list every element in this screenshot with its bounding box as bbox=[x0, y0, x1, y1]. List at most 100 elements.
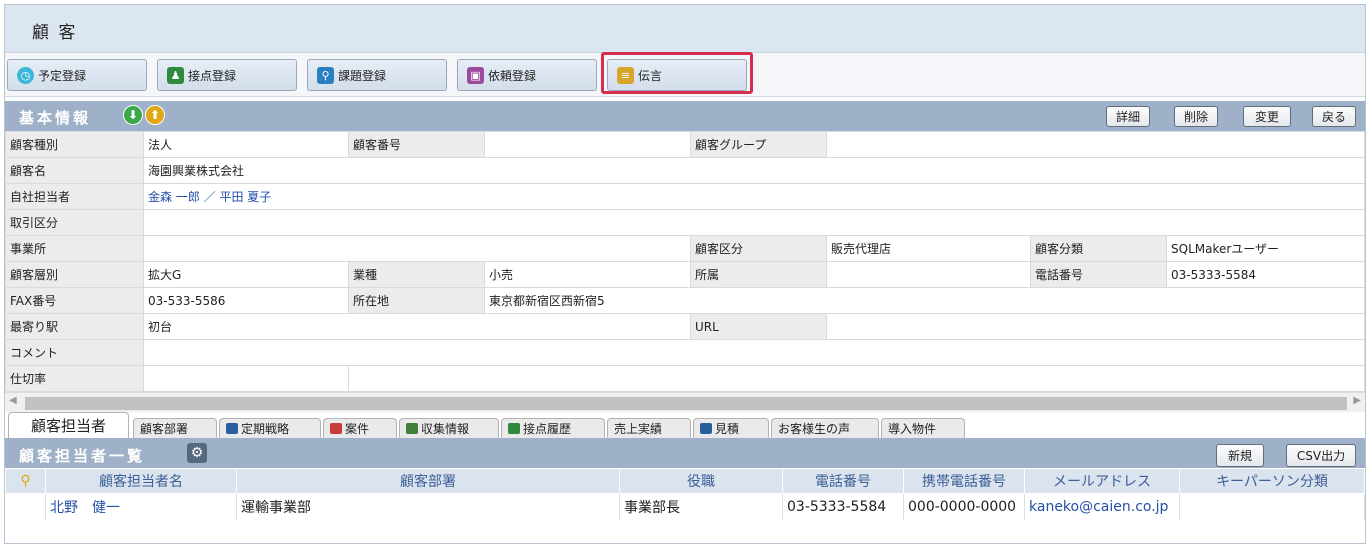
tab-label: 案件 bbox=[345, 422, 370, 436]
field-label: 顧客種別 bbox=[5, 131, 144, 158]
staff-link[interactable]: 金森 一郎 ／ 平田 夏子 bbox=[148, 190, 271, 204]
contact-name-cell: 北野 健一 bbox=[45, 493, 237, 520]
field-label: 顧客番号 bbox=[348, 131, 485, 158]
tab-label: 接点履歴 bbox=[523, 422, 572, 436]
trade-value bbox=[143, 209, 1365, 236]
field-label: 自社担当者 bbox=[5, 183, 144, 210]
field-label: 所属 bbox=[690, 261, 827, 288]
column-header[interactable]: 顧客担当者名 bbox=[45, 468, 237, 494]
contacts-table: ⚲ 顧客担当者名 顧客部署 役職 電話番号 携帯電話番号 メールアドレス キーパ… bbox=[5, 468, 1365, 520]
arrow-down-icon[interactable]: ⬇ bbox=[123, 105, 143, 125]
edit-button[interactable]: 変更 bbox=[1243, 106, 1291, 127]
arrow-up-icon[interactable]: ⬆ bbox=[145, 105, 165, 125]
row-marker bbox=[5, 493, 46, 520]
key-icon: ⚲ bbox=[20, 473, 31, 489]
keyperson-cell bbox=[1179, 493, 1365, 520]
scroll-left-icon[interactable]: ◀ bbox=[9, 395, 17, 406]
column-header[interactable]: 役職 bbox=[619, 468, 783, 494]
customer-name-value: 海園興業株式会社 bbox=[143, 157, 1365, 184]
tab-regular-strategy[interactable]: 定期戦略 bbox=[219, 418, 321, 438]
basic-info-header: 基本情報 ⬇ ⬆ 詳細 削除 変更 戻る bbox=[5, 101, 1365, 131]
column-header[interactable]: 顧客部署 bbox=[236, 468, 620, 494]
customer-category-value: SQLMakerユーザー bbox=[1166, 235, 1365, 262]
keyperson-column-header[interactable]: ⚲ bbox=[5, 468, 46, 494]
detail-tabs: 顧客担当者 顧客部署 定期戦略 案件 収集情報 接点履歴 売上実績 見積 お客様… bbox=[5, 412, 1365, 438]
button-label: 予定登録 bbox=[38, 68, 87, 83]
mobile-cell: 000-0000-0000 bbox=[903, 493, 1025, 520]
section-title: 顧客担当者一覧 bbox=[19, 447, 146, 465]
gear-icon[interactable]: ⚙ bbox=[187, 443, 207, 463]
affiliation-value bbox=[826, 261, 1031, 288]
tab-label: 導入物件 bbox=[888, 422, 937, 436]
basic-info-table: 顧客種別 法人 顧客番号 顧客グループ 顧客名 海園興業株式会社 自社担当者 金… bbox=[5, 131, 1365, 392]
tab-estimates[interactable]: 見積 bbox=[693, 418, 769, 438]
clock-icon: ◷ bbox=[17, 67, 34, 84]
customer-type-value: 法人 bbox=[143, 131, 349, 158]
tab-sales-results[interactable]: 売上実績 bbox=[607, 418, 691, 438]
new-button[interactable]: 新規 bbox=[1216, 444, 1264, 467]
position-cell: 事業部長 bbox=[619, 493, 783, 520]
field-label: 顧客層別 bbox=[5, 261, 144, 288]
tab-label: 収集情報 bbox=[421, 422, 470, 436]
industry-value: 小売 bbox=[484, 261, 691, 288]
button-label: 接点登録 bbox=[188, 68, 237, 83]
delete-button[interactable]: 削除 bbox=[1174, 106, 1218, 127]
column-header[interactable]: メールアドレス bbox=[1024, 468, 1180, 494]
detail-button[interactable]: 詳細 bbox=[1106, 106, 1150, 127]
scroll-right-icon[interactable]: ▶ bbox=[1353, 395, 1361, 406]
contact-register-button[interactable]: ♟ 接点登録 bbox=[157, 59, 297, 91]
tab-projects[interactable]: 案件 bbox=[323, 418, 397, 438]
action-toolbar: ◷ 予定登録 ♟ 接点登録 ⚲ 課題登録 ▣ 依頼登録 ≡ 伝言 bbox=[5, 52, 1365, 97]
issue-register-button[interactable]: ⚲ 課題登録 bbox=[307, 59, 447, 91]
tab-label: お客様生の声 bbox=[778, 422, 851, 436]
tab-customer-voice[interactable]: お客様生の声 bbox=[771, 418, 879, 438]
button-label: 課題登録 bbox=[338, 68, 387, 83]
contact-name-link[interactable]: 北野 健一 bbox=[50, 500, 120, 516]
phone-value: 03-5333-5584 bbox=[1166, 261, 1365, 288]
customer-no-value bbox=[484, 131, 691, 158]
csv-export-button[interactable]: CSV出力 bbox=[1286, 444, 1356, 467]
schedule-register-button[interactable]: ◷ 予定登録 bbox=[7, 59, 147, 91]
scrollbar-thumb[interactable] bbox=[25, 397, 1347, 410]
email-link[interactable]: kaneko@caien.co.jp bbox=[1029, 499, 1168, 515]
request-register-button[interactable]: ▣ 依頼登録 bbox=[457, 59, 597, 91]
field-label: 顧客グループ bbox=[690, 131, 827, 158]
tab-label: 売上実績 bbox=[614, 422, 663, 436]
table-row[interactable]: 北野 健一 運輸事業部 事業部長 03-5333-5584 000-0000-0… bbox=[5, 493, 1365, 520]
column-header[interactable]: 携帯電話番号 bbox=[903, 468, 1025, 494]
column-header[interactable]: 電話番号 bbox=[782, 468, 904, 494]
tab-customer-contacts[interactable]: 顧客担当者 bbox=[8, 412, 129, 438]
back-button[interactable]: 戻る bbox=[1312, 106, 1356, 127]
field-label: 所在地 bbox=[348, 287, 485, 314]
phone-cell: 03-5333-5584 bbox=[782, 493, 904, 520]
comment-value bbox=[143, 339, 1365, 366]
column-header[interactable]: キーパーソン分類 bbox=[1179, 468, 1365, 494]
station-value: 初台 bbox=[143, 313, 691, 340]
tab-label: 顧客担当者 bbox=[30, 417, 106, 435]
highlight-box bbox=[601, 52, 753, 94]
briefcase-icon bbox=[330, 423, 342, 434]
tab-customer-departments[interactable]: 顧客部署 bbox=[133, 418, 217, 438]
field-label: 仕切率 bbox=[5, 365, 144, 392]
horizontal-scrollbar[interactable]: ◀ ▶ bbox=[5, 392, 1365, 412]
window-title: 顧 客 bbox=[5, 5, 1365, 53]
section-title: 基本情報 bbox=[19, 109, 92, 127]
empty-cell bbox=[348, 365, 1365, 392]
field-label: 顧客区分 bbox=[690, 235, 827, 262]
field-label: 電話番号 bbox=[1030, 261, 1167, 288]
tab-label: 見積 bbox=[715, 422, 740, 436]
tab-collected-info[interactable]: 収集情報 bbox=[399, 418, 499, 438]
field-label: 業種 bbox=[348, 261, 485, 288]
estimate-icon bbox=[700, 423, 712, 434]
address-value: 東京都新宿区西新宿5 bbox=[484, 287, 1365, 314]
email-cell: kaneko@caien.co.jp bbox=[1024, 493, 1180, 520]
pin-icon: ⚲ bbox=[317, 67, 334, 84]
contacts-list-header: 顧客担当者一覧 ⚙ 新規 CSV出力 bbox=[5, 438, 1365, 468]
field-label: 事業所 bbox=[5, 235, 144, 262]
tab-contact-history[interactable]: 接点履歴 bbox=[501, 418, 605, 438]
history-icon bbox=[508, 423, 520, 434]
field-label: 顧客分類 bbox=[1030, 235, 1167, 262]
table-header-row: ⚲ 顧客担当者名 顧客部署 役職 電話番号 携帯電話番号 メールアドレス キーパ… bbox=[5, 468, 1365, 494]
tab-installed-properties[interactable]: 導入物件 bbox=[881, 418, 965, 438]
field-label: 最寄り駅 bbox=[5, 313, 144, 340]
